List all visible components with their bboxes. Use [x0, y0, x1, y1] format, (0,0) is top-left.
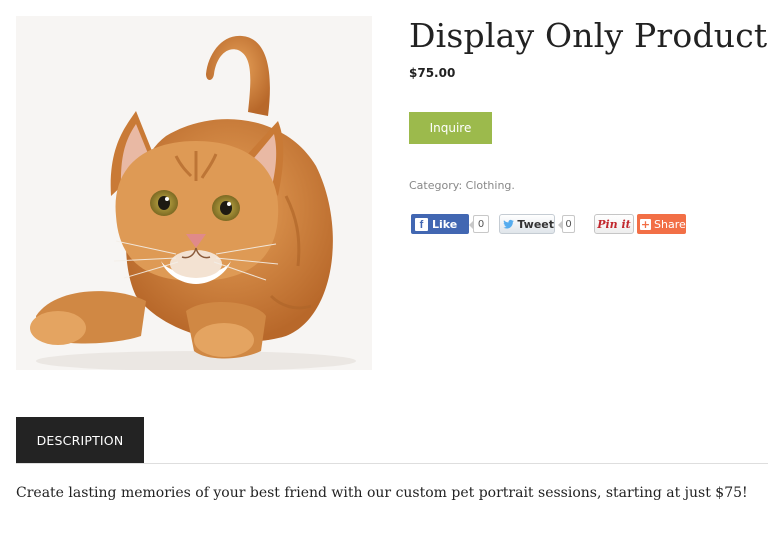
- facebook-like-count: 0: [469, 215, 489, 233]
- product-title: Display Only Product: [409, 16, 768, 55]
- plus-icon: +: [640, 217, 651, 231]
- facebook-like-button[interactable]: f Like: [411, 214, 469, 234]
- tab-description[interactable]: DESCRIPTION: [16, 417, 144, 463]
- inquire-button[interactable]: Inquire: [409, 112, 492, 144]
- product-price: $75.00: [409, 66, 456, 80]
- category-label: Category:: [409, 179, 463, 192]
- facebook-like-label: Like: [432, 217, 458, 231]
- twitter-bird-icon: [503, 219, 514, 229]
- tweet-label: Tweet: [517, 217, 554, 231]
- product-image[interactable]: [16, 16, 372, 370]
- tweet-button[interactable]: Tweet: [499, 214, 555, 234]
- tab-divider: [16, 463, 768, 464]
- category-suffix: .: [511, 179, 515, 192]
- share-label: Share: [654, 217, 686, 231]
- pinterest-pin-button[interactable]: Pin it: [594, 214, 634, 234]
- tweet-count: 0: [558, 215, 575, 233]
- product-description: Create lasting memories of your best fri…: [16, 485, 748, 501]
- facebook-icon: f: [415, 217, 428, 231]
- product-category: Category: Clothing.: [409, 179, 515, 192]
- category-link-clothing[interactable]: Clothing: [466, 179, 512, 192]
- share-button[interactable]: + Share: [637, 214, 686, 234]
